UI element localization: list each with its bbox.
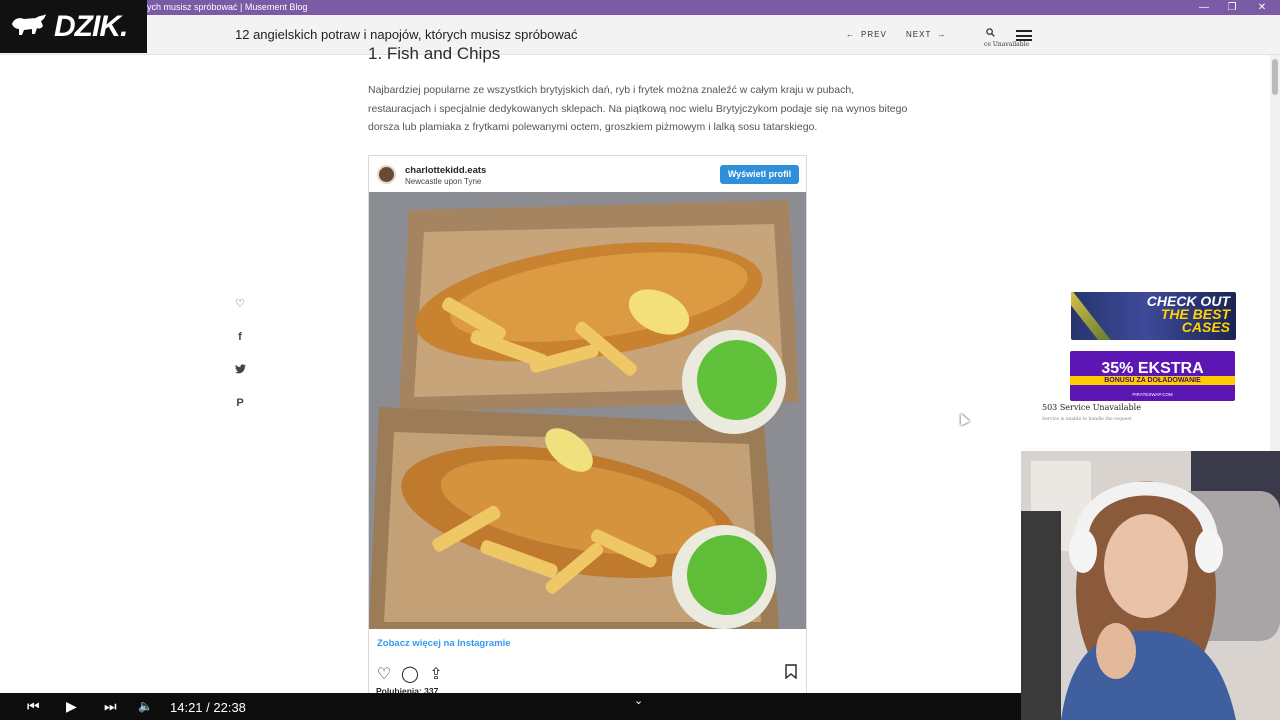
arrow-right-icon: → — [937, 30, 947, 39]
tab-title: ych musisz spróbować | Musement Blog — [147, 2, 308, 12]
volume-icon[interactable]: 🔈 — [138, 697, 153, 715]
next-label: NEXT — [906, 30, 932, 39]
minimize-button[interactable]: — — [1190, 0, 1218, 15]
mouse-cursor — [956, 411, 970, 426]
scrollbar-thumb[interactable] — [1272, 59, 1278, 95]
heart-icon[interactable]: ♡ — [375, 664, 393, 684]
play-icon[interactable]: ▶ — [66, 697, 77, 715]
arrow-left-icon: ← — [846, 30, 855, 39]
sword-graphic — [1071, 292, 1113, 340]
site-header: 12 angielskich potraw i napojów, których… — [0, 15, 1280, 55]
error-subtitle: Service is unable to handle the request — [1042, 417, 1132, 422]
search-icon[interactable] — [986, 28, 995, 40]
video-player-bar: ⏮ ▶ ⏭ 🔈 14:21 / 22:38 ⌄ — [0, 693, 1021, 720]
like-icon[interactable]: ♡ — [232, 297, 248, 313]
page-title: 12 angielskich potraw i napojów, których… — [235, 27, 578, 42]
comment-icon[interactable]: ◯ — [401, 664, 419, 684]
ad-banner-bonus[interactable]: 35% EKSTRA BONUSU ZA DOŁADOWANIE PIRATES… — [1070, 351, 1235, 401]
instagram-location[interactable]: Newcastle upon Tyne — [405, 177, 481, 186]
hamburger-icon[interactable] — [1016, 30, 1032, 41]
view-profile-button[interactable]: Wyświetl profil — [720, 165, 799, 184]
fish-and-chips-photo[interactable] — [369, 192, 806, 629]
prev-label: PREV — [861, 30, 887, 39]
article-paragraph: Najbardziej popularne ze wszystkich bryt… — [368, 84, 908, 133]
mini-error-text: ce Unavailable — [984, 41, 1030, 48]
channel-logo: DZIK. — [0, 0, 147, 53]
playback-time: 14:21 / 22:38 — [170, 700, 246, 715]
avatar[interactable] — [377, 165, 396, 184]
window-titlebar: ych musisz spróbować | Musement Blog — ❐… — [0, 0, 1280, 15]
bookmark-icon[interactable] — [785, 664, 797, 683]
chevron-down-icon[interactable]: ⌄ — [634, 694, 643, 707]
logo-text: DZIK. — [54, 9, 128, 43]
restore-button[interactable]: ❐ — [1218, 0, 1246, 15]
bull-icon — [10, 12, 48, 42]
instagram-actions: ♡ ◯ ⇪ — [375, 664, 445, 684]
webcam-overlay — [1021, 451, 1280, 720]
ad-banner-cases[interactable]: CHECK OUT THE BEST CASES — [1071, 292, 1236, 340]
see-more-instagram-link[interactable]: Zobacz więcej na Instagramie — [377, 638, 511, 649]
share-icon[interactable]: ⇪ — [427, 664, 445, 684]
ad-cases-text: CHECK OUT THE BEST CASES — [1147, 294, 1230, 335]
facebook-icon[interactable]: f — [232, 331, 248, 347]
ad-cases-line3: CASES — [1181, 319, 1230, 335]
next-button[interactable]: NEXT → — [906, 30, 946, 39]
next-track-icon[interactable]: ⏭ — [104, 697, 117, 715]
previous-track-icon[interactable]: ⏮ — [27, 697, 40, 715]
error-title: 503 Service Unavailable — [1042, 403, 1141, 412]
close-button[interactable]: ✕ — [1248, 0, 1276, 15]
prev-button[interactable]: ← PREV — [846, 30, 887, 39]
ad-bonus-text: BONUSU ZA DOŁADOWANIE — [1070, 376, 1235, 385]
section-heading: 1. Fish and Chips — [368, 44, 501, 63]
instagram-embed: charlottekidd.eats Newcastle upon Tyne W… — [368, 155, 807, 700]
ad-bonus-site: PIRATESWAP.COM — [1132, 392, 1173, 397]
instagram-username[interactable]: charlottekidd.eats — [405, 165, 486, 176]
twitter-icon[interactable] — [232, 364, 248, 380]
pinterest-icon[interactable]: P — [232, 397, 248, 413]
